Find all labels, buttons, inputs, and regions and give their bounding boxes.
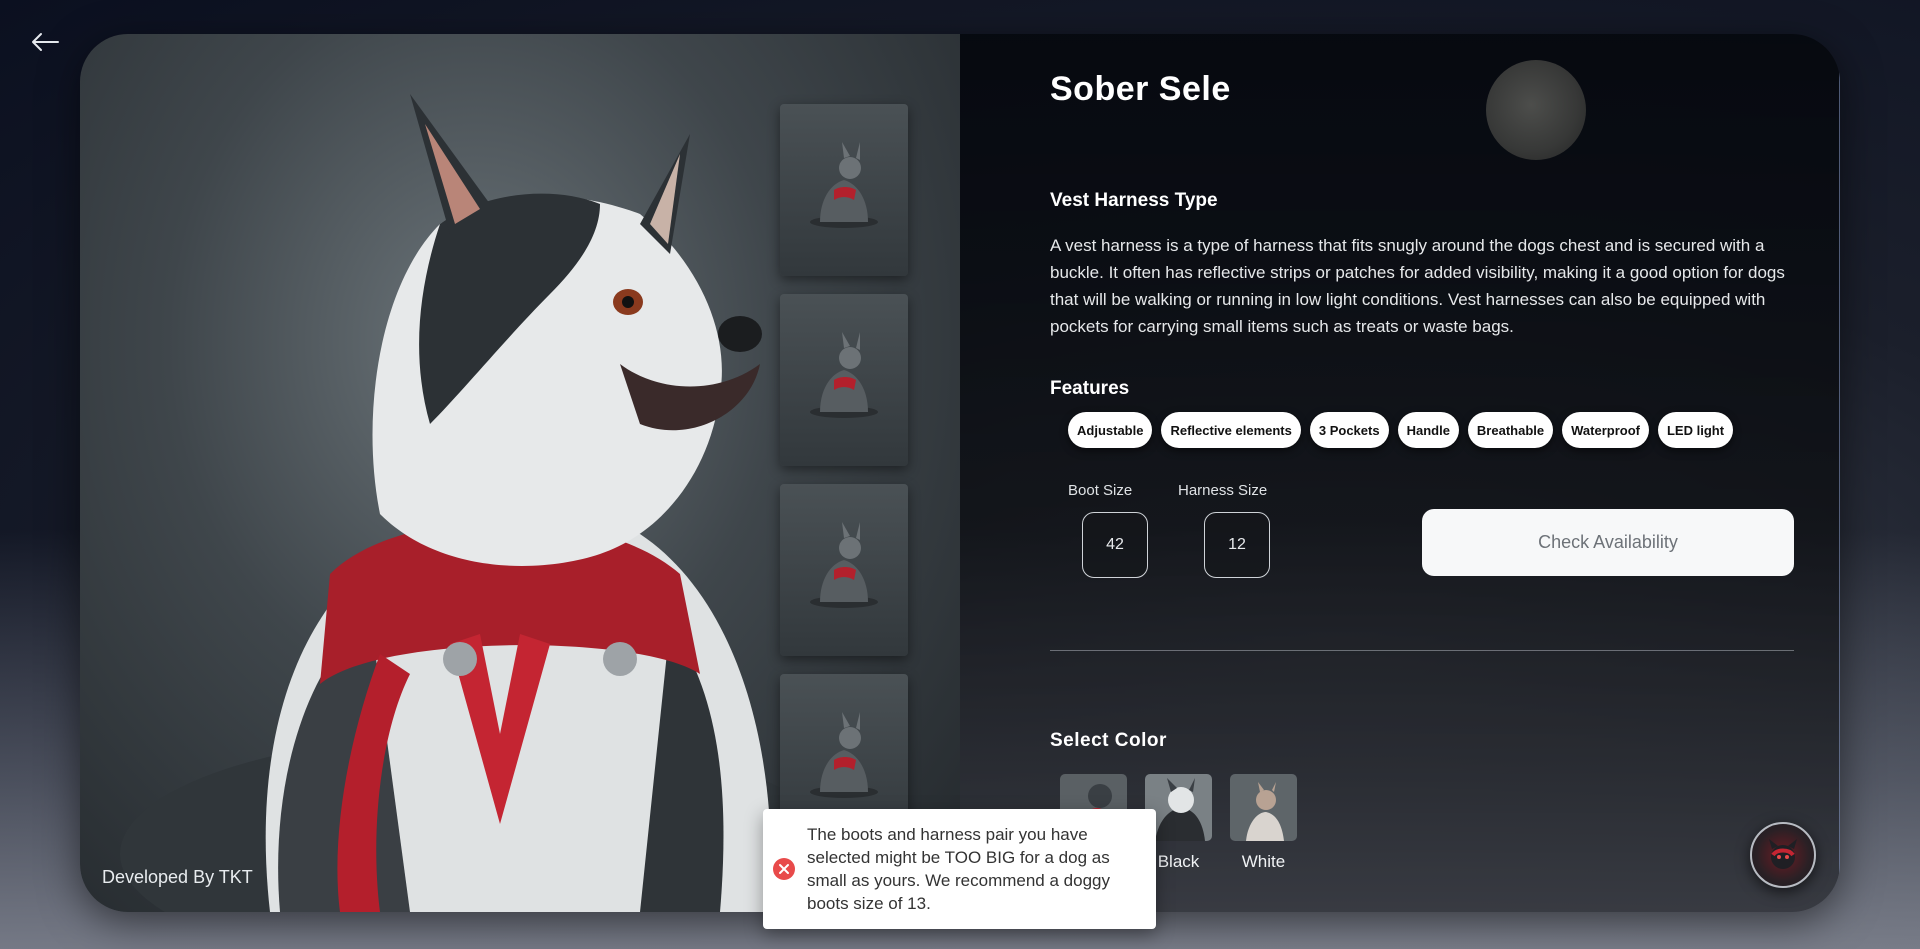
section-divider [1050,650,1794,651]
harness-size-input[interactable]: 12 [1204,512,1270,578]
moon-decoration [1486,60,1586,160]
back-button[interactable] [28,28,62,56]
boot-size-input[interactable]: 42 [1082,512,1148,578]
feature-chip-breathable: Breathable [1467,412,1554,448]
feature-chip-led: LED light [1657,412,1734,448]
check-availability-button[interactable]: Check Availability [1422,509,1794,576]
feature-chips: Adjustable Reflective elements 3 Pockets… [1068,412,1734,448]
thumbnail-dog-image [810,142,878,228]
error-icon [773,858,795,880]
color-label-white: White [1241,852,1286,871]
thumbnail-1[interactable] [780,104,908,276]
color-swatch-white[interactable] [1230,774,1297,841]
feature-chip-waterproof: Waterproof [1562,412,1649,448]
thumbnail-dog-image [810,522,878,608]
thumbnail-3[interactable] [780,484,908,656]
thumbnail-strip [780,104,908,846]
thumbnail-2[interactable] [780,294,908,466]
product-gallery: Developed By TKT [80,34,960,912]
profile-avatar-button[interactable] [1750,822,1816,888]
feature-chip-pockets: 3 Pockets [1309,412,1389,448]
error-toast: The boots and harness pair you have sele… [763,809,1156,929]
feature-chip-reflective: Reflective elements [1161,412,1301,448]
toast-message: The boots and harness pair you have sele… [807,825,1110,913]
feature-chip-adjustable: Adjustable [1068,412,1153,448]
product-title: Sober Sele [1050,70,1231,108]
select-color-heading: Select Color [1050,730,1167,751]
product-card: Developed By TKT Sober Sele Vest Harness… [80,34,1840,912]
product-description: A vest harness is a type of harness that… [1050,236,1785,336]
boot-size-label: Boot Size [1068,482,1133,499]
harness-type-heading: Vest Harness Type [1050,190,1218,211]
harness-size-label: Harness Size [1178,482,1268,499]
thumbnail-dog-image [810,332,878,418]
product-details: Sober Sele Vest Harness Type A vest harn… [960,34,1840,912]
features-heading: Features [1050,378,1130,399]
dog-avatar-icon [1769,839,1797,869]
feature-chip-handle: Handle [1397,412,1459,448]
arrow-left-icon [32,33,59,51]
developer-credit: Developed By TKT [102,867,253,887]
swatch-dog-image [1230,774,1297,841]
